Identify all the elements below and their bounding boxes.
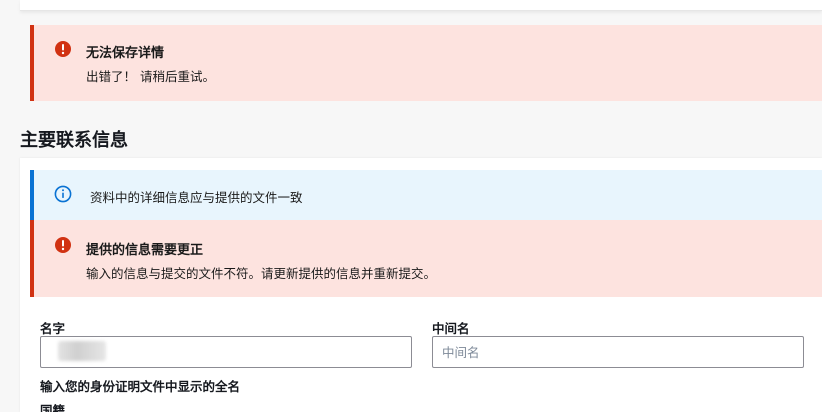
section-title: 主要联系信息 [20, 130, 128, 151]
save-error-alert: 无法保存详情 出错了！ 请稍后重试。 [30, 25, 822, 101]
save-error-message: 出错了！ 请稍后重试。 [86, 69, 215, 84]
correction-error-alert: 提供的信息需要更正 输入的信息与提交的文件不符。请更新提供的信息并重新提交。 [30, 220, 822, 297]
middle-name-label: 中间名 [432, 321, 470, 336]
info-alert-message: 资料中的详细信息应与提供的文件一致 [90, 190, 303, 205]
exclamation-circle-icon [55, 237, 71, 253]
previous-section-card [20, 0, 822, 11]
full-name-hint: 输入您的身份证明文件中显示的全名 [40, 379, 241, 394]
correction-error-message: 输入的信息与提交的文件不符。请更新提供的信息并重新提交。 [86, 266, 437, 281]
nationality-label: 国籍 [40, 403, 66, 412]
middle-name-input[interactable] [432, 336, 804, 368]
exclamation-circle-icon [55, 41, 71, 57]
redacted-value [58, 341, 106, 361]
save-error-title: 无法保存详情 [86, 46, 165, 61]
info-circle-icon [54, 185, 72, 203]
info-alert: 资料中的详细信息应与提供的文件一致 [30, 170, 822, 220]
first-name-label: 名字 [40, 321, 66, 336]
page: 无法保存详情 出错了！ 请稍后重试。 主要联系信息 资料中的详细信息应与提供的文… [0, 0, 822, 412]
correction-error-title: 提供的信息需要更正 [86, 243, 204, 258]
